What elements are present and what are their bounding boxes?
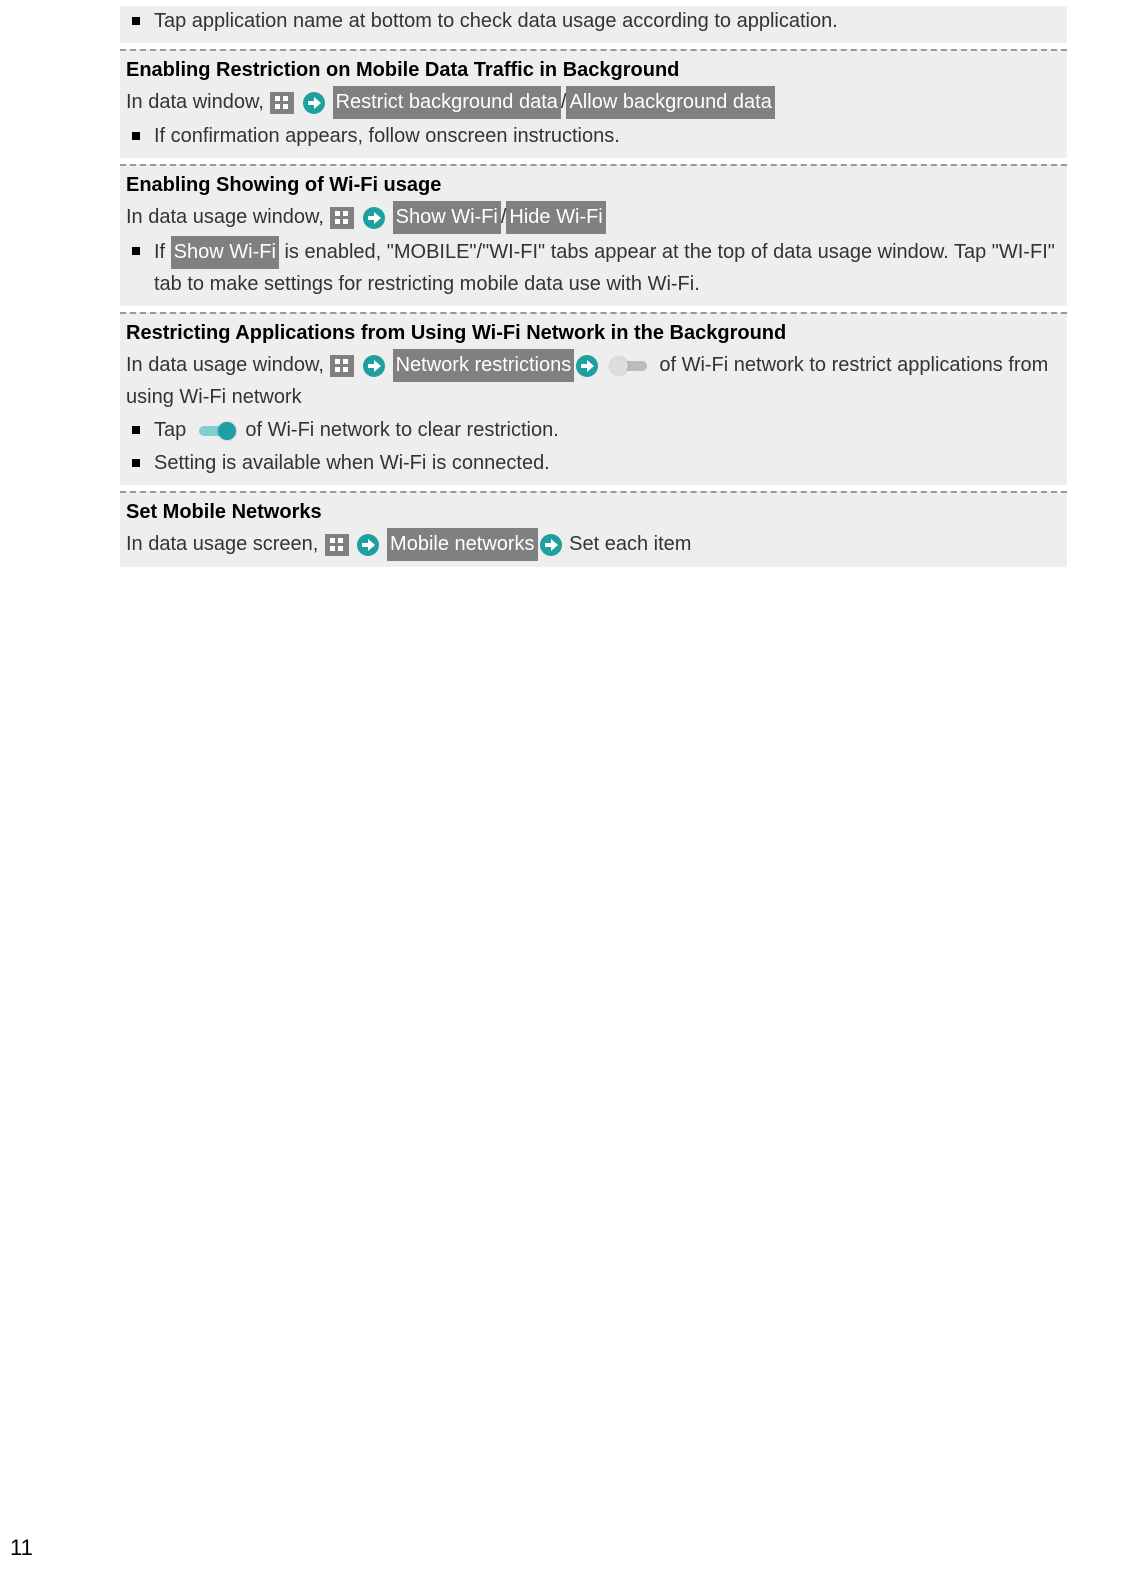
instruction-line: In data usage screen, Mobile networks Se… (126, 528, 1061, 561)
instruction-line: In data usage window, Show Wi-Fi/Hide Wi… (126, 201, 1061, 234)
arrow-icon (540, 534, 562, 556)
instruction-line: In data usage window, Network restrictio… (126, 349, 1061, 413)
menu-icon (330, 355, 354, 377)
section-restrict-wifi-apps: Restricting Applications from Using Wi-F… (120, 312, 1067, 485)
text: In data window, (126, 91, 269, 113)
text: In data usage screen, (126, 533, 324, 555)
text: If (154, 241, 171, 263)
arrow-icon (363, 207, 385, 229)
text: of Wi-Fi network to clear restriction. (245, 419, 558, 441)
text: In data usage window, (126, 354, 329, 376)
page-number: 11 (10, 1535, 33, 1561)
section-heading: Restricting Applications from Using Wi-F… (126, 318, 1061, 349)
text: is enabled, "MOBILE"/"WI-FI" tabs appear… (154, 241, 1055, 295)
button-hide-wifi: Hide Wi-Fi (506, 201, 605, 234)
button-allow-bg: Allow background data (566, 86, 774, 119)
arrow-icon (303, 92, 325, 114)
list-item: Setting is available when Wi-Fi is conne… (126, 448, 1061, 479)
button-show-wifi: Show Wi-Fi (393, 201, 501, 234)
bullet-list: Tap of Wi-Fi network to clear restrictio… (126, 415, 1061, 479)
button-mobile-networks: Mobile networks (387, 528, 538, 561)
menu-icon (270, 92, 294, 114)
bullet-list: If Show Wi-Fi is enabled, "MOBILE"/"WI-F… (126, 236, 1061, 300)
toggle-off-icon (610, 356, 650, 376)
toggle-on-icon (196, 421, 236, 441)
section-mobile-networks: Set Mobile Networks In data usage screen… (120, 491, 1067, 567)
list-item: Tap of Wi-Fi network to clear restrictio… (126, 415, 1061, 446)
button-network-restrictions: Network restrictions (393, 349, 575, 382)
menu-icon (330, 207, 354, 229)
instruction-line: In data window, Restrict background data… (126, 86, 1061, 119)
bullet-list: Tap application name at bottom to check … (126, 6, 1061, 37)
arrow-icon (363, 355, 385, 377)
arrow-icon (576, 355, 598, 377)
button-restrict-bg: Restrict background data (333, 86, 561, 119)
section-show-wifi: Enabling Showing of Wi-Fi usage In data … (120, 164, 1067, 306)
section-continued: Tap application name at bottom to check … (120, 6, 1067, 43)
list-item: If confirmation appears, follow onscreen… (126, 121, 1061, 152)
section-heading: Enabling Showing of Wi-Fi usage (126, 170, 1061, 201)
text: In data usage window, (126, 206, 329, 228)
text: Set each item (569, 533, 691, 555)
text: Tap (154, 419, 192, 441)
section-heading: Enabling Restriction on Mobile Data Traf… (126, 55, 1061, 86)
button-show-wifi-inline: Show Wi-Fi (171, 236, 279, 269)
bullet-list: If confirmation appears, follow onscreen… (126, 121, 1061, 152)
menu-icon (325, 534, 349, 556)
section-heading: Set Mobile Networks (126, 497, 1061, 528)
list-item: Tap application name at bottom to check … (126, 6, 1061, 37)
arrow-icon (357, 534, 379, 556)
list-item: If Show Wi-Fi is enabled, "MOBILE"/"WI-F… (126, 236, 1061, 300)
section-restrict-background: Enabling Restriction on Mobile Data Traf… (120, 49, 1067, 158)
